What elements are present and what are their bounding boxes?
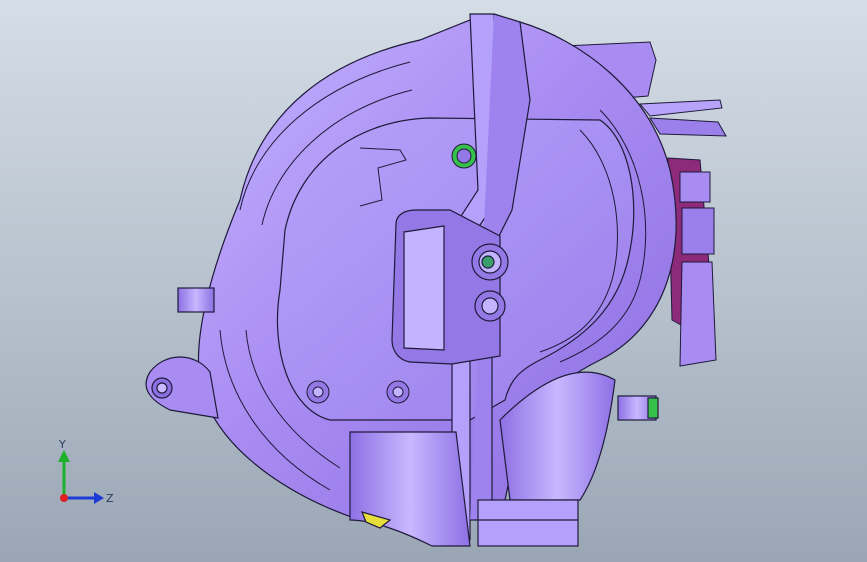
center-port-lower bbox=[474, 290, 506, 322]
lower-hole-right bbox=[386, 380, 410, 404]
lower-hole-left bbox=[306, 380, 330, 404]
y-axis-label: Y bbox=[58, 438, 66, 451]
green-fitting bbox=[451, 143, 477, 169]
z-axis-label: Z bbox=[106, 492, 114, 505]
right-stub bbox=[617, 395, 659, 421]
bottom-inlet bbox=[349, 431, 471, 547]
center-port-upper bbox=[471, 243, 509, 281]
z-axis-arrow bbox=[94, 492, 104, 504]
axis-triad: Y Z bbox=[58, 438, 114, 505]
y-axis-arrow bbox=[58, 450, 70, 462]
left-stub bbox=[177, 287, 215, 313]
center-window bbox=[391, 209, 501, 365]
cad-viewport[interactable] bbox=[0, 0, 867, 562]
x-axis-marker bbox=[60, 494, 68, 502]
side-actuator bbox=[667, 157, 717, 367]
